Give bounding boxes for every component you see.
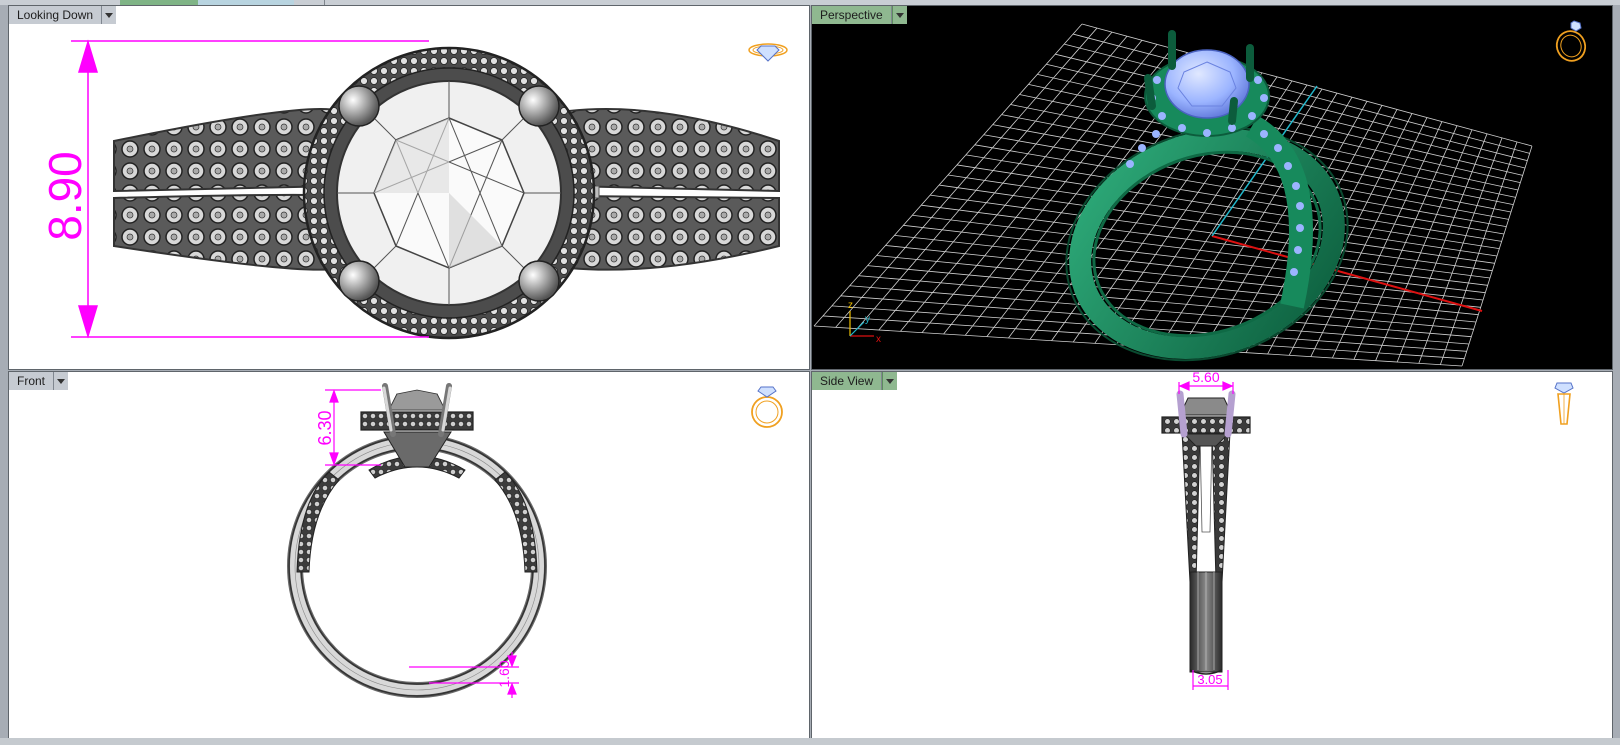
ring-side-view-drawing: 5.60 3.05 (1161, 372, 1251, 690)
ring-side-view-icon[interactable] (1552, 380, 1576, 430)
viewport-title: Front (9, 372, 55, 390)
viewport-front[interactable]: Front 6.30 1.60 (8, 371, 810, 739)
grid-line (885, 245, 1481, 308)
viewport-title: Perspective (812, 6, 892, 24)
chevron-down-icon[interactable] (891, 6, 907, 24)
ring-perspective-icon[interactable] (1550, 18, 1592, 64)
grid-line (1332, 121, 1443, 359)
dimension-bottom-label: 3.05 (1197, 672, 1222, 687)
chevron-down-icon[interactable] (102, 6, 117, 24)
axis-z-label: z (848, 300, 853, 311)
status-bar (0, 738, 1620, 745)
ring-top-view-drawing: 8.90 (39, 39, 780, 340)
dimension-band-label: 1.60 (496, 660, 512, 687)
viewport-title: Looking Down (9, 6, 103, 24)
grid-line (1396, 133, 1488, 363)
axis-y-label: y (865, 314, 870, 325)
viewport-perspective[interactable]: Perspective x z y (811, 5, 1613, 370)
chevron-down-icon[interactable] (882, 372, 898, 390)
viewport-label-perspective[interactable]: Perspective (812, 6, 907, 24)
grid-line (867, 265, 1477, 323)
viewport-looking-down[interactable]: Looking Down 8.90 (8, 5, 810, 370)
grid-line (939, 184, 1495, 264)
grid-line (1375, 129, 1473, 361)
viewport-label-front[interactable]: Front (9, 372, 69, 390)
ring-front-view-drawing: 6.30 1.60 (287, 383, 547, 698)
ring-perspective-drawing: x z y (813, 23, 1533, 367)
viewport-label-looking-down[interactable]: Looking Down (9, 6, 117, 24)
chevron-down-icon[interactable] (54, 372, 69, 390)
viewport-title: Side View (812, 372, 883, 390)
dimension-head-label: 6.30 (315, 410, 335, 445)
viewport-label-side-view[interactable]: Side View (812, 372, 898, 390)
grid-line (1461, 145, 1533, 367)
viewport-side-view[interactable]: Side View 5.60 3.05 (811, 371, 1613, 739)
ring-front-view-icon[interactable] (749, 384, 785, 430)
dimension-label: 8.90 (39, 151, 91, 241)
axis-x-label: x (876, 334, 881, 345)
grid-line (930, 194, 1493, 272)
dimension-top-label: 5.60 (1192, 372, 1219, 385)
ring-top-view-icon[interactable] (747, 36, 789, 64)
grid-line (921, 204, 1491, 279)
